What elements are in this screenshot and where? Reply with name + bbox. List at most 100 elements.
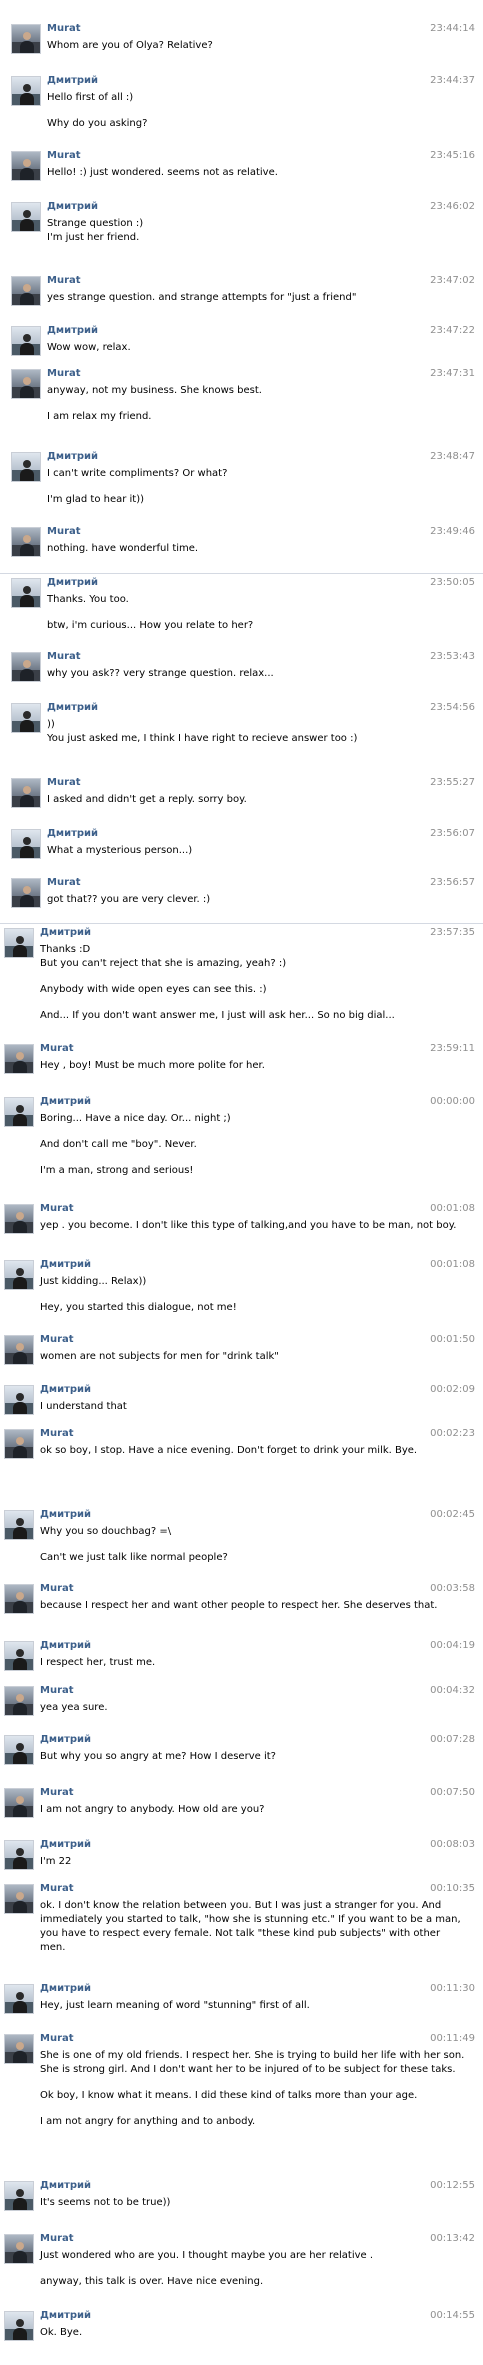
- avatar[interactable]: [11, 202, 41, 232]
- message-paragraph: Wow wow, relax.: [47, 341, 465, 355]
- avatar[interactable]: [4, 1097, 34, 1127]
- author-name[interactable]: Murat: [47, 526, 81, 537]
- message-row: Дмитрий 23:50:05 Thanks. You too. btw, i'm …: [0, 573, 483, 631]
- author-name[interactable]: Murat: [40, 1428, 74, 1439]
- author-name[interactable]: Дмитрий: [40, 2180, 91, 2191]
- message-text: I asked and didn't get a reply. sorry bo…: [47, 793, 465, 819]
- author-name[interactable]: Дмитрий: [40, 927, 91, 938]
- avatar[interactable]: [4, 1385, 34, 1415]
- author-name[interactable]: Murat: [40, 1043, 74, 1054]
- author-name[interactable]: Murat: [47, 23, 81, 34]
- avatar[interactable]: [11, 652, 41, 682]
- message-paragraph: )) You just asked me, I think I have righ…: [47, 718, 465, 746]
- avatar[interactable]: [4, 928, 34, 958]
- author-name[interactable]: Murat: [47, 150, 81, 161]
- message-paragraph: Hey, you started this dialogue, not me!: [40, 1301, 465, 1315]
- message-text: Why you so douchbag? =\ Can't we just tal…: [40, 1525, 465, 1577]
- avatar[interactable]: [4, 2311, 34, 2341]
- avatar[interactable]: [4, 2181, 34, 2211]
- author-name[interactable]: Дмитрий: [40, 1640, 91, 1651]
- avatar[interactable]: [11, 76, 41, 106]
- author-name[interactable]: Дмитрий: [47, 201, 98, 212]
- author-name[interactable]: Murat: [47, 877, 81, 888]
- author-name[interactable]: Murat: [40, 1334, 74, 1345]
- avatar[interactable]: [4, 1260, 34, 1290]
- message-timestamp: 23:47:02: [430, 275, 475, 286]
- author-name[interactable]: Murat: [47, 777, 81, 788]
- author-name[interactable]: Murat: [40, 1787, 74, 1798]
- avatar[interactable]: [11, 578, 41, 608]
- message-timestamp: 23:54:56: [430, 702, 475, 713]
- avatar[interactable]: [4, 1204, 34, 1234]
- avatar[interactable]: [11, 369, 41, 399]
- message-paragraph: Just wondered who are you. I thought may…: [40, 2249, 465, 2263]
- avatar[interactable]: [11, 703, 41, 733]
- avatar[interactable]: [4, 1429, 34, 1459]
- avatar[interactable]: [4, 2034, 34, 2064]
- avatar[interactable]: [4, 1584, 34, 1614]
- author-name[interactable]: Дмитрий: [47, 577, 98, 588]
- author-name[interactable]: Дмитрий: [40, 1983, 91, 1994]
- message-line: ok so boy, I stop. Have a nice evening. …: [40, 1445, 418, 1456]
- author-name[interactable]: Murat: [40, 2233, 74, 2244]
- message-timestamp: 00:11:49: [430, 2033, 475, 2044]
- author-name[interactable]: Murat: [40, 1883, 74, 1894]
- avatar[interactable]: [4, 1735, 34, 1765]
- avatar[interactable]: [4, 1335, 34, 1365]
- author-name[interactable]: Murat: [40, 1583, 74, 1594]
- avatar[interactable]: [4, 1840, 34, 1870]
- avatar[interactable]: [4, 1044, 34, 1074]
- avatar[interactable]: [4, 1641, 34, 1671]
- avatar[interactable]: [11, 778, 41, 808]
- message-paragraph: because I respect her and want other peo…: [40, 1599, 465, 1613]
- author-name[interactable]: Дмитрий: [40, 1384, 91, 1395]
- message-timestamp: 23:44:14: [430, 23, 475, 34]
- message-paragraph: I'm 22: [40, 1855, 465, 1869]
- author-name[interactable]: Дмитрий: [40, 1259, 91, 1270]
- author-name[interactable]: Дмитрий: [47, 451, 98, 462]
- author-name[interactable]: Дмитрий: [40, 1096, 91, 1107]
- avatar[interactable]: [4, 2234, 34, 2264]
- avatar[interactable]: [11, 24, 41, 54]
- author-name[interactable]: Murat: [47, 368, 81, 379]
- message-paragraph: yea yea sure.: [40, 1701, 465, 1715]
- message-row: Дмитрий 23:57:35 Thanks :D But you can't re…: [0, 923, 483, 1021]
- avatar[interactable]: [4, 1788, 34, 1818]
- author-name[interactable]: Дмитрий: [47, 702, 98, 713]
- avatar[interactable]: [4, 1984, 34, 2014]
- message-line: )): [47, 719, 55, 730]
- author-name[interactable]: Murat: [47, 275, 81, 286]
- author-name[interactable]: Murat: [40, 1203, 74, 1214]
- message-paragraph: Can't we just talk like normal people?: [40, 1551, 465, 1565]
- author-name[interactable]: Дмитрий: [40, 1734, 91, 1745]
- message-line: I am relax my friend.: [47, 411, 152, 422]
- author-name[interactable]: Дмитрий: [40, 1839, 91, 1850]
- message-timestamp: 00:07:28: [430, 1734, 475, 1745]
- message-line: Thanks :D: [40, 944, 91, 955]
- message-text: I understand that: [40, 1400, 465, 1426]
- author-name[interactable]: Murat: [40, 1685, 74, 1696]
- author-name[interactable]: Дмитрий: [47, 325, 98, 336]
- message-line: Hey, just learn meaning of word "stunnin…: [40, 2000, 310, 2011]
- message-timestamp: 00:02:45: [430, 1509, 475, 1520]
- message-text: Hello first of all :) Why do you asking?: [47, 91, 465, 143]
- avatar[interactable]: [11, 326, 41, 356]
- message-text: It's seems not to be true)): [40, 2196, 465, 2222]
- author-name[interactable]: Murat: [47, 651, 81, 662]
- avatar[interactable]: [4, 1884, 34, 1914]
- avatar[interactable]: [4, 1686, 34, 1716]
- message-timestamp: 00:11:30: [430, 1983, 475, 1994]
- message-line: You just asked me, I think I have right …: [47, 733, 358, 744]
- author-name[interactable]: Murat: [40, 2033, 74, 2044]
- avatar[interactable]: [11, 151, 41, 181]
- avatar[interactable]: [11, 527, 41, 557]
- author-name[interactable]: Дмитрий: [47, 828, 98, 839]
- author-name[interactable]: Дмитрий: [40, 2310, 91, 2321]
- avatar[interactable]: [11, 276, 41, 306]
- avatar[interactable]: [4, 1510, 34, 1540]
- avatar[interactable]: [11, 878, 41, 908]
- author-name[interactable]: Дмитрий: [47, 75, 98, 86]
- avatar[interactable]: [11, 452, 41, 482]
- author-name[interactable]: Дмитрий: [40, 1509, 91, 1520]
- avatar[interactable]: [11, 829, 41, 859]
